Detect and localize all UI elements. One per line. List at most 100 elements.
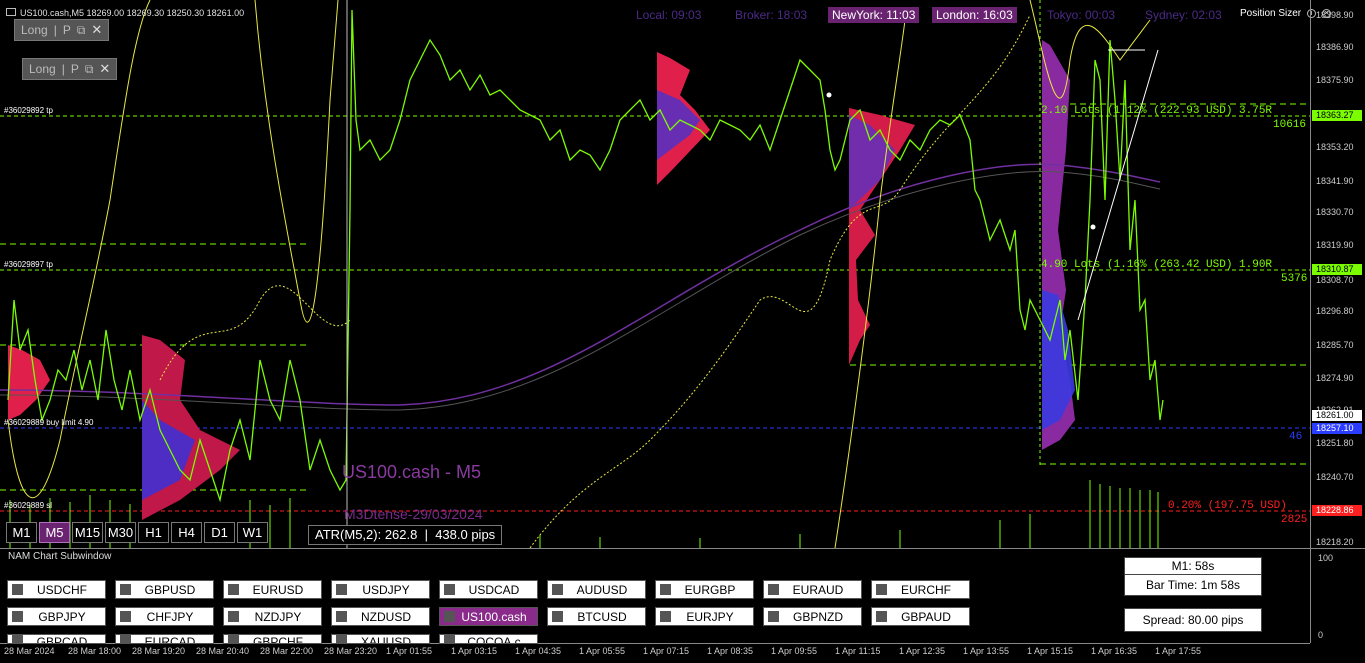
price-axis-label: 18274.90 [1316,373,1354,383]
symbol-button-euraud[interactable]: EURAUD [763,580,862,599]
symbol-button-usdcad[interactable]: USDCAD [439,580,538,599]
symbol-button-eurchf[interactable]: EURCHF [871,580,970,599]
price-axis-label: 18353.20 [1316,142,1354,152]
session-tokyo: Tokyo: 00:03 [1047,8,1116,22]
symbol-button-cocoac[interactable]: COCOA.c [439,634,538,644]
symbol-label: GBPAUD [901,609,951,624]
restore-icon[interactable]: ⧉ [85,62,94,77]
checkbox-icon[interactable] [12,611,23,622]
symbol-button-gbpnzd[interactable]: GBPNZD [763,607,862,626]
checkbox-icon[interactable] [876,584,887,595]
checkbox-icon[interactable] [12,635,23,643]
session-london: London: 16:03 [932,7,1017,23]
symbol-button-eurgbp[interactable]: EURGBP [655,580,754,599]
checkbox-icon[interactable] [228,635,239,643]
price-axis-label: 18285.70 [1316,340,1354,350]
checkbox-icon[interactable] [768,584,779,595]
symbol-button-eurjpy[interactable]: EURJPY [655,607,754,626]
tp2-lots: 4.90 Lots (1.16% (263.42 USD) 1.90R [1041,259,1273,271]
session-sydney: Sydney: 02:03 [1145,8,1222,22]
symbol-button-xauusd[interactable]: XAUUSD [331,634,430,644]
checkbox-icon[interactable] [444,584,455,595]
symbol-button-btcusd[interactable]: BTCUSD [547,607,646,626]
atr-readout: ATR(M5,2): 262.8 | 438.0 pips [308,525,503,545]
checkbox-icon[interactable] [444,611,455,622]
checkbox-icon[interactable] [120,611,131,622]
panel-suffix: P [70,62,79,76]
tf-w1[interactable]: W1 [237,522,268,543]
tf-m30[interactable]: M30 [105,522,136,543]
time-axis-label: 1 Apr 12:35 [899,646,946,656]
checkbox-icon[interactable] [876,611,887,622]
symbol-button-usdjpy[interactable]: USDJPY [331,580,430,599]
symbol-button-gbpjpy[interactable]: GBPJPY [7,607,106,626]
symbol-button-gbpusd[interactable]: GBPUSD [115,580,214,599]
symbol-button-eurcad[interactable]: EURCAD [115,634,214,644]
session-broker: Broker: 18:03 [735,8,808,22]
time-axis-label: 1 Apr 11:15 [835,646,881,656]
checkbox-icon[interactable] [444,635,455,643]
restore-icon[interactable]: ⧉ [77,23,86,38]
tf-h4[interactable]: H4 [171,522,202,543]
symbol-button-audusd[interactable]: AUDUSD [547,580,646,599]
price-axis-label: 18375.90 [1316,75,1354,85]
symbol-button-usdchf[interactable]: USDCHF [7,580,106,599]
symbol-button-chfjpy[interactable]: CHFJPY [115,607,214,626]
symbol-label: US100.cash [461,609,527,624]
tp1-pips: 10616 [1273,119,1307,131]
symbol-button-gbpchf[interactable]: GBPCHF [223,634,322,644]
symbol-button-gbpcad[interactable]: GBPCAD [7,634,106,644]
time-axis-label: 1 Apr 03:15 [451,646,498,656]
price-tag: 18310.87 [1312,264,1362,275]
tf-h1[interactable]: H1 [138,522,169,543]
spread-readout: Spread: 80.00 pips [1124,608,1262,632]
checkbox-icon[interactable] [120,584,131,595]
tf-d1[interactable]: D1 [204,522,235,543]
symbol-button-us100cash[interactable]: US100.cash [439,607,538,626]
tf-m5[interactable]: M5 [39,522,70,543]
position-sizer-label: Position Sizer [1240,8,1302,19]
symbol-button-eurusd[interactable]: EURUSD [223,580,322,599]
checkbox-icon[interactable] [660,584,671,595]
price-axis-label: 18330.70 [1316,207,1354,217]
symbol-button-gbpaud[interactable]: GBPAUD [871,607,970,626]
long-panel-button-2[interactable]: Long | P ⧉ ✕ [22,58,118,80]
time-axis-label: 1 Apr 04:35 [515,646,562,656]
symbol-label: BTCUSD [577,609,627,624]
checkbox-icon[interactable] [228,584,239,595]
time-axis-label: 28 Mar 19:20 [132,646,186,656]
watermark-symbol: US100.cash - M5 [342,462,482,482]
symbol-label: GBPNZD [792,609,843,624]
time-axis-label: 1 Apr 07:15 [643,646,690,656]
symbol-label: USDCAD [468,582,520,597]
symbol-button-nzdusd[interactable]: NZDUSD [331,607,430,626]
close-icon[interactable]: ✕ [99,61,110,77]
timeframe-bar: M1 M5 M15 M30 H1 H4 D1 W1 [6,522,268,543]
long-panel-button-1[interactable]: Long | P ⧉ ✕ [14,19,110,41]
tf-m1[interactable]: M1 [6,522,37,543]
symbol-label: NZDJPY [254,609,302,624]
price-tag: 18363.27 [1312,110,1362,121]
checkbox-icon[interactable] [552,611,563,622]
symbol-label: EURAUD [792,582,844,597]
symbol-label: EURJPY [686,609,734,624]
price-axis-label: 18341.90 [1316,176,1354,186]
checkbox-icon[interactable] [12,584,23,595]
time-axis-label: 1 Apr 16:35 [1091,646,1138,656]
price-axis-label: 18398.90 [1316,10,1354,20]
checkbox-icon[interactable] [552,584,563,595]
close-icon[interactable]: ✕ [91,22,102,38]
atr-pips: 438.0 pips [435,527,496,542]
symbol-button-nzdjpy[interactable]: NZDJPY [223,607,322,626]
checkbox-icon[interactable] [336,611,347,622]
tf-m15[interactable]: M15 [72,522,103,543]
checkbox-icon[interactable] [768,611,779,622]
panel-label: Long [21,23,48,37]
checkbox-icon[interactable] [336,584,347,595]
checkbox-icon[interactable] [228,611,239,622]
price-axis-label: 18319.90 [1316,240,1354,250]
price-axis-label: 18240.70 [1316,472,1354,482]
checkbox-icon[interactable] [120,635,131,643]
checkbox-icon[interactable] [660,611,671,622]
checkbox-icon[interactable] [336,635,347,643]
